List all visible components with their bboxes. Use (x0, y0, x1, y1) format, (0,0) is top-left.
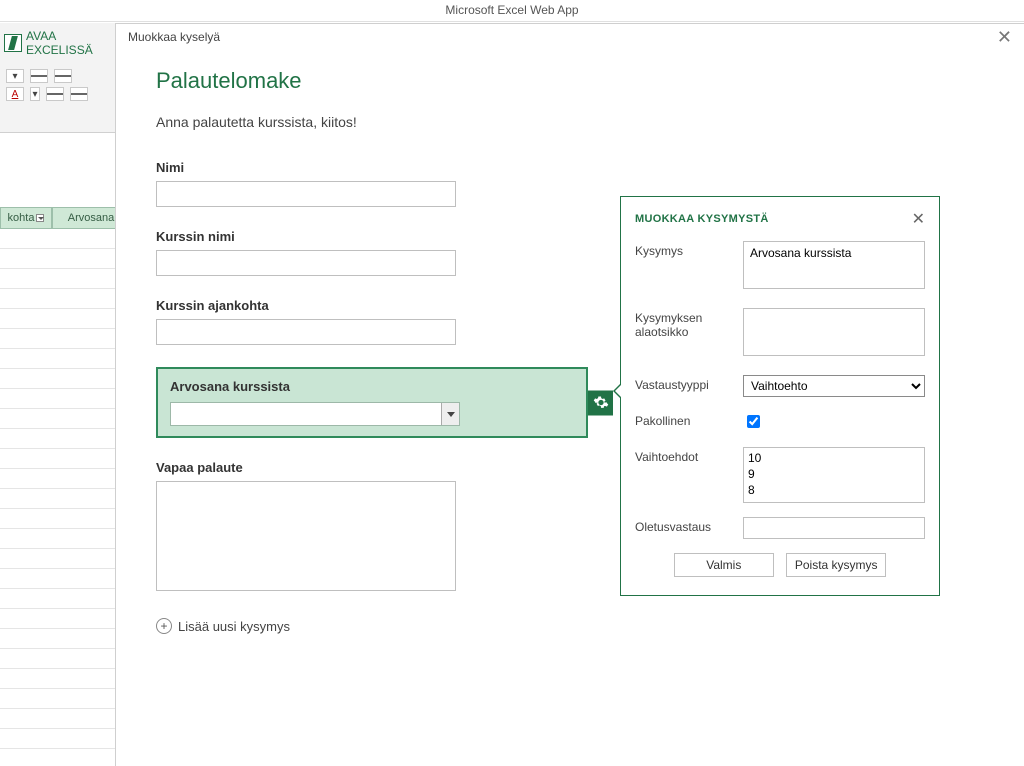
response-type-select[interactable]: Vaihtoehto (743, 375, 925, 397)
table-row[interactable] (0, 569, 130, 589)
delete-question-button[interactable]: Poista kysymys (786, 553, 886, 577)
required-checkbox[interactable] (747, 415, 760, 428)
chevron-down-icon[interactable] (441, 403, 459, 425)
question-label: Arvosana kurssista (170, 379, 574, 394)
subtitle-text-input[interactable] (743, 308, 925, 356)
table-row[interactable] (0, 609, 130, 629)
align-center-icon[interactable] (54, 69, 72, 83)
list-item[interactable]: 9 (748, 466, 920, 482)
column-header-1[interactable]: kohta (0, 207, 52, 229)
panel-connector-arrow (613, 383, 621, 399)
survey-title[interactable]: Palautelomake (156, 68, 984, 94)
table-row[interactable] (0, 269, 130, 289)
table-row[interactable] (0, 689, 130, 709)
grade-dropdown[interactable] (170, 402, 460, 426)
add-question-label: Lisää uusi kysymys (178, 619, 290, 634)
edit-question-panel: MUOKKAA KYSYMYSTÄ ✕ Kysymys Arvosana kur… (620, 196, 940, 596)
modal-title: Muokkaa kyselyä (128, 30, 220, 44)
done-button[interactable]: Valmis (674, 553, 774, 577)
question-block-grade-selected[interactable]: Arvosana kurssista (156, 367, 588, 438)
table-row[interactable] (0, 369, 130, 389)
table-row[interactable] (0, 409, 130, 429)
required-label: Pakollinen (635, 411, 743, 433)
course-time-input[interactable] (156, 319, 456, 345)
question-text-input[interactable]: Arvosana kurssista (743, 241, 925, 289)
table-row[interactable] (0, 229, 130, 249)
course-name-input[interactable] (156, 250, 456, 276)
spreadsheet-fragment: kohta Arvosana (0, 133, 130, 766)
table-row[interactable] (0, 709, 130, 729)
table-row[interactable] (0, 389, 130, 409)
table-row[interactable] (0, 449, 130, 469)
table-row[interactable] (0, 289, 130, 309)
app-title: Microsoft Excel Web App (445, 3, 578, 17)
table-row[interactable] (0, 429, 130, 449)
survey-description[interactable]: Anna palautetta kurssista, kiitos! (156, 114, 984, 130)
list-item[interactable]: 10 (748, 450, 920, 466)
table-row[interactable] (0, 629, 130, 649)
app-title-bar: Microsoft Excel Web App (0, 0, 1024, 22)
table-row[interactable] (0, 729, 130, 749)
open-in-excel-button[interactable]: AVAA EXCELISSÄ (0, 23, 129, 57)
gear-icon[interactable] (588, 390, 613, 415)
table-row[interactable] (0, 329, 130, 349)
font-color-button[interactable]: A (6, 87, 24, 101)
default-answer-input[interactable] (743, 517, 925, 539)
ribbon-fragment: AVAA EXCELISSÄ ▾ A ▾ (0, 23, 130, 133)
edit-panel-title: MUOKKAA KYSYMYSTÄ (635, 213, 769, 225)
table-row[interactable] (0, 469, 130, 489)
response-type-label: Vastaustyyppi (635, 375, 743, 397)
choices-label: Vaihtoehdot (635, 447, 743, 503)
close-icon[interactable]: ✕ (912, 209, 925, 229)
align-left-icon[interactable] (30, 69, 48, 83)
question-label: Nimi (156, 160, 984, 175)
free-feedback-input[interactable] (156, 481, 456, 591)
open-in-excel-label: AVAA EXCELISSÄ (26, 29, 125, 57)
table-row[interactable] (0, 549, 130, 569)
table-row[interactable] (0, 669, 130, 689)
table-row[interactable] (0, 589, 130, 609)
align-left-2-icon[interactable] (46, 87, 64, 101)
table-row[interactable] (0, 309, 130, 329)
list-item[interactable]: 8 (748, 482, 920, 498)
filter-icon[interactable] (36, 214, 44, 222)
question-field-label: Kysymys (635, 241, 743, 294)
close-icon[interactable]: ✕ (997, 27, 1012, 48)
table-row[interactable] (0, 489, 130, 509)
plus-icon: + (156, 618, 172, 634)
name-input[interactable] (156, 181, 456, 207)
subtitle-field-label: Kysymyksen alaotsikko (635, 308, 743, 361)
table-row[interactable] (0, 649, 130, 669)
align-justify-icon[interactable] (70, 87, 88, 101)
table-row[interactable] (0, 249, 130, 269)
table-row[interactable] (0, 509, 130, 529)
table-row[interactable] (0, 529, 130, 549)
font-color-dropdown[interactable]: ▾ (30, 87, 40, 101)
excel-icon (4, 34, 22, 52)
add-question-button[interactable]: + Lisää uusi kysymys (156, 618, 984, 634)
choices-listbox[interactable]: 10 9 8 (743, 447, 925, 503)
table-header-row: kohta Arvosana (0, 207, 130, 229)
format-dropdown[interactable]: ▾ (6, 69, 24, 83)
default-answer-label: Oletusvastaus (635, 517, 743, 539)
table-row[interactable] (0, 349, 130, 369)
